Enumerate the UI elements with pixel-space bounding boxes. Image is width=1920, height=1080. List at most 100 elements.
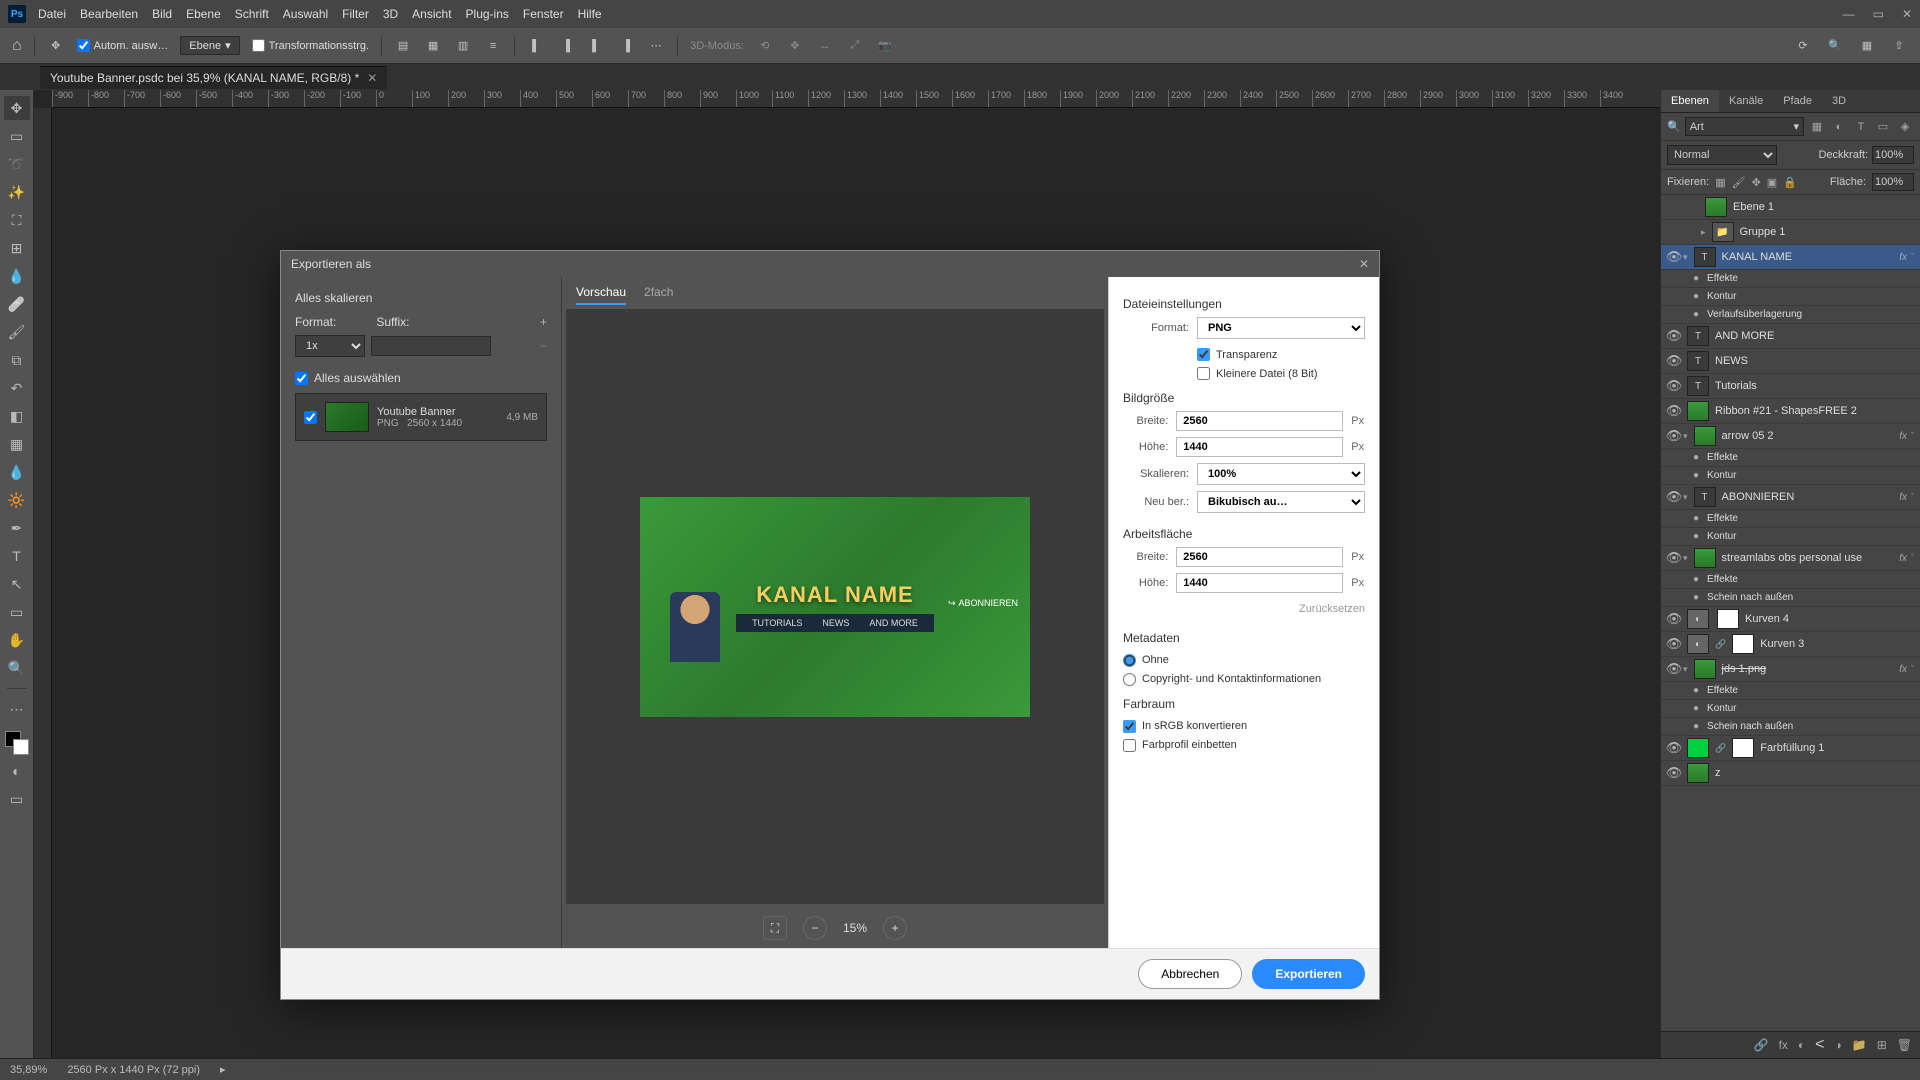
- fx-badge[interactable]: fx: [1899, 252, 1907, 263]
- layer-name[interactable]: Farbfüllung 1: [1758, 742, 1916, 754]
- layer-row[interactable]: 👁 T NEWS: [1661, 349, 1920, 374]
- layer-name[interactable]: Kurven 4: [1743, 613, 1916, 625]
- lock-transparent-icon[interactable]: ▦: [1715, 176, 1725, 189]
- lock-artboard-icon[interactable]: ▣: [1767, 176, 1777, 189]
- align-right-icon[interactable]: ▥: [454, 37, 472, 55]
- layer-row[interactable]: 👁 ▾ jds 1.png fxˇ: [1661, 657, 1920, 682]
- align-center-icon[interactable]: ▦: [424, 37, 442, 55]
- menu-fenster[interactable]: Fenster: [523, 7, 564, 21]
- visibility-toggle[interactable]: 👁: [1665, 550, 1683, 566]
- layer-name[interactable]: Tutorials: [1713, 380, 1916, 392]
- expand-toggle-icon[interactable]: ▾: [1683, 431, 1688, 442]
- eyedropper-tool[interactable]: 💧: [4, 264, 30, 288]
- preview-tab-2fach[interactable]: 2fach: [644, 285, 673, 305]
- filter-type-icon[interactable]: T: [1852, 118, 1870, 136]
- select-all-checkbox[interactable]: Alles auswählen: [295, 371, 547, 385]
- height-input[interactable]: [1176, 437, 1343, 457]
- filter-kind-dropdown[interactable]: Art▾: [1685, 117, 1804, 136]
- wand-tool[interactable]: ✨: [4, 180, 30, 204]
- visibility-toggle[interactable]: 👁: [1665, 328, 1683, 344]
- visibility-toggle[interactable]: 👁: [1665, 428, 1683, 444]
- menu-filter[interactable]: Filter: [342, 7, 369, 21]
- layer-row[interactable]: 👁 🔗 Farbfüllung 1: [1661, 736, 1920, 761]
- distribute-icon[interactable]: ≡: [484, 37, 502, 55]
- layer-row[interactable]: 👁 ▾ streamlabs obs personal use fxˇ: [1661, 546, 1920, 571]
- layer-name[interactable]: z: [1713, 767, 1916, 779]
- embed-profile-checkbox[interactable]: [1123, 739, 1136, 752]
- layer-name[interactable]: Gruppe 1: [1738, 226, 1916, 238]
- visibility-toggle[interactable]: 👁: [1665, 353, 1683, 369]
- layer-fx-icon[interactable]: fx: [1779, 1038, 1788, 1052]
- layer-name[interactable]: Kurven 3: [1758, 638, 1916, 650]
- visibility-toggle[interactable]: 👁: [1665, 489, 1683, 505]
- blend-mode-dropdown[interactable]: Normal: [1667, 145, 1777, 165]
- scale-dropdown[interactable]: 100%: [1197, 463, 1365, 485]
- layer-name[interactable]: jds 1.png: [1720, 663, 1900, 675]
- tab-pfade[interactable]: Pfade: [1773, 90, 1822, 112]
- shape-tool[interactable]: ▭: [4, 600, 30, 624]
- cloud-icon[interactable]: ⟳: [1794, 37, 1812, 55]
- history-brush-tool[interactable]: ↶: [4, 376, 30, 400]
- expand-toggle-icon[interactable]: ▾: [1683, 492, 1688, 503]
- layer-name[interactable]: KANAL NAME: [1720, 251, 1900, 263]
- layer-mask-icon[interactable]: ◐: [1798, 1038, 1805, 1052]
- layer-row[interactable]: 👁 ▾ arrow 05 2 fxˇ: [1661, 424, 1920, 449]
- dodge-tool[interactable]: 🔆: [4, 488, 30, 512]
- fx-expand-icon[interactable]: ˇ: [1911, 664, 1914, 674]
- layer-row[interactable]: 👁 T AND MORE: [1661, 324, 1920, 349]
- filter-shape-icon[interactable]: ▭: [1874, 118, 1892, 136]
- srgb-checkbox[interactable]: [1123, 720, 1136, 733]
- workspace-icon[interactable]: ▦: [1858, 37, 1876, 55]
- more-icon[interactable]: ⋯: [647, 37, 665, 55]
- brush-tool[interactable]: 🖌: [4, 320, 30, 344]
- width-input[interactable]: [1176, 411, 1343, 431]
- layer-name[interactable]: Ribbon #21 - ShapesFREE 2: [1713, 405, 1916, 417]
- hand-tool[interactable]: ✋: [4, 628, 30, 652]
- lock-pixel-icon[interactable]: 🖌: [1732, 176, 1746, 189]
- preview-area[interactable]: KANAL NAME TUTORIALS NEWS AND MORE ↪ABON…: [566, 309, 1104, 904]
- layer-row[interactable]: ●Schein nach außen: [1661, 589, 1920, 607]
- share-icon[interactable]: ⇧: [1890, 37, 1908, 55]
- align-left-icon[interactable]: ▤: [394, 37, 412, 55]
- lock-position-icon[interactable]: ✥: [1752, 176, 1761, 189]
- layer-name[interactable]: arrow 05 2: [1720, 430, 1900, 442]
- layer-row[interactable]: ●Effekte: [1661, 571, 1920, 589]
- layer-name[interactable]: AND MORE: [1713, 330, 1916, 342]
- expand-toggle-icon[interactable]: ▾: [1683, 664, 1688, 675]
- menu-3d[interactable]: 3D: [383, 7, 398, 21]
- menu-ebene[interactable]: Ebene: [186, 7, 221, 21]
- visibility-toggle[interactable]: 👁: [1665, 740, 1683, 756]
- new-layer-icon[interactable]: ⊞: [1877, 1038, 1887, 1052]
- zoom-status[interactable]: 35,89%: [10, 1064, 47, 1076]
- scale-dropdown[interactable]: 1x: [295, 335, 365, 357]
- filter-smart-icon[interactable]: ◈: [1896, 118, 1914, 136]
- blur-tool[interactable]: 💧: [4, 460, 30, 484]
- screenmode-tool[interactable]: ▭: [4, 787, 30, 811]
- layer-row[interactable]: 👁 T Tutorials: [1661, 374, 1920, 399]
- export-button[interactable]: Exportieren: [1252, 959, 1365, 989]
- gradient-tool[interactable]: ▦: [4, 432, 30, 456]
- dialog-close-icon[interactable]: ✕: [1359, 257, 1369, 271]
- layer-row[interactable]: ●Effekte: [1661, 270, 1920, 288]
- layer-name[interactable]: ABONNIEREN: [1720, 491, 1900, 503]
- visibility-toggle[interactable]: 👁: [1665, 636, 1683, 652]
- stamp-tool[interactable]: ⧉: [4, 348, 30, 372]
- close-icon[interactable]: ✕: [1902, 7, 1912, 21]
- fit-icon[interactable]: ⛶: [763, 916, 787, 940]
- align-top-icon[interactable]: ▌: [527, 37, 545, 55]
- background-color[interactable]: [13, 739, 29, 755]
- menu-schrift[interactable]: Schrift: [235, 7, 269, 21]
- layer-row[interactable]: 👁 ▾ T KANAL NAME fxˇ: [1661, 245, 1920, 270]
- align-bottom-icon[interactable]: ▌: [587, 37, 605, 55]
- tab-ebenen[interactable]: Ebenen: [1661, 90, 1719, 112]
- add-scale-icon[interactable]: +: [540, 315, 547, 329]
- suffix-input[interactable]: [371, 336, 491, 356]
- color-swatches[interactable]: [5, 731, 29, 755]
- visibility-toggle[interactable]: 👁: [1665, 611, 1683, 627]
- meta-none-radio[interactable]: [1123, 654, 1136, 667]
- type-tool[interactable]: T: [4, 544, 30, 568]
- filter-pixel-icon[interactable]: ▦: [1808, 118, 1826, 136]
- menu-datei[interactable]: Datei: [38, 7, 66, 21]
- heal-tool[interactable]: 🩹: [4, 292, 30, 316]
- filter-adjust-icon[interactable]: ◐: [1830, 118, 1848, 136]
